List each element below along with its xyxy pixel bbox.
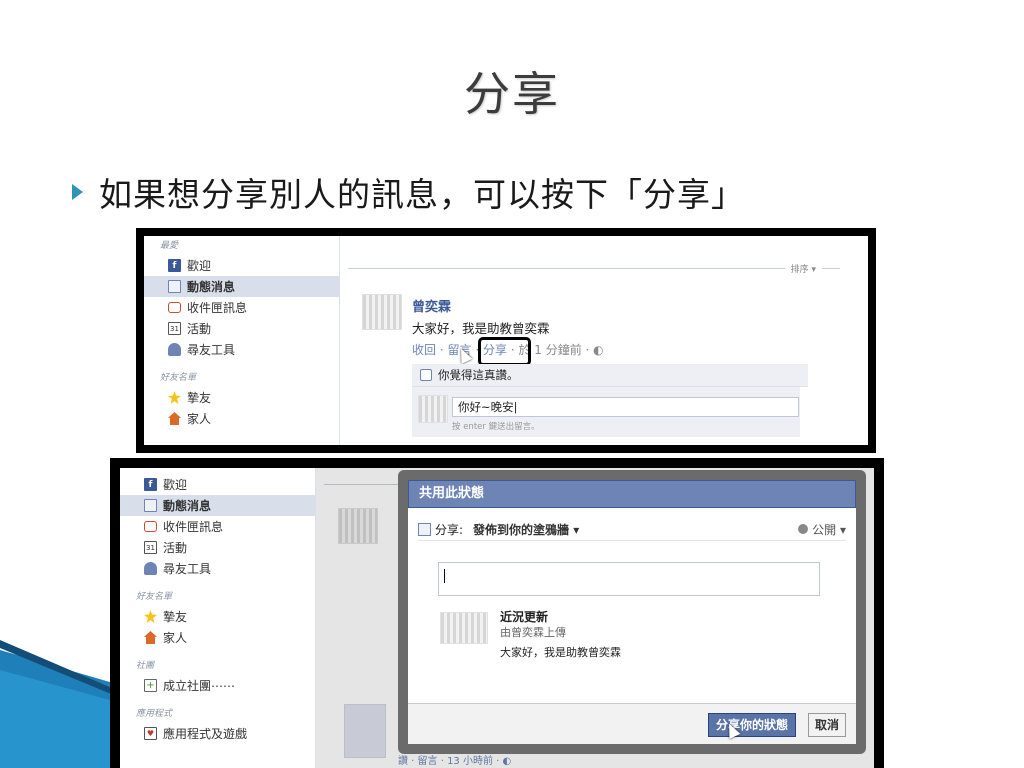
- news-feed-icon: [144, 499, 157, 512]
- sidebar-item-label: 收件匣訊息: [163, 520, 224, 534]
- sort-button[interactable]: 排序 ▾: [784, 262, 822, 275]
- sidebar-section-groups: 社團: [136, 661, 155, 671]
- sidebar-section-apps: 應用程式: [136, 709, 173, 719]
- dialog-footer: 分享你的狀態 取消: [408, 703, 856, 744]
- screenshot-share-link: 最愛 f 歡迎 動態消息 收件匣訊息 31 活動 尋友工具 好友名單 摯友 家人…: [136, 228, 876, 453]
- sidebar-item-label: 家人: [163, 631, 188, 645]
- apps-icon: ♥: [144, 727, 157, 740]
- share-prefix: 分享:: [435, 522, 464, 537]
- like-text: 你覺得這真讚。: [438, 368, 519, 382]
- sidebar-item-family[interactable]: 家人: [144, 408, 339, 429]
- share-target-row: 分享: 發佈到你的塗鴉牆 ▾ 公開 ▾: [418, 518, 846, 541]
- screenshot-share-dialog: f 歡迎 動態消息 收件匣訊息 31 活動 尋友工具 好友名單 摯友 家人 社團…: [110, 458, 884, 768]
- sidebar-item-label: 應用程式及遊戲: [163, 727, 248, 741]
- home-icon: [168, 412, 181, 425]
- share-highlight-box: [478, 337, 531, 366]
- sidebar-item-label: 動態消息: [187, 280, 236, 294]
- star-icon: [168, 391, 181, 404]
- sidebar-item-label: 活動: [163, 541, 188, 555]
- like-summary: 你覺得這真讚。: [412, 364, 808, 387]
- screenshot-inner: f 歡迎 動態消息 收件匣訊息 31 活動 尋友工具 好友名單 摯友 家人 社團…: [120, 468, 874, 768]
- sidebar-item-find-friends[interactable]: 尋友工具: [120, 558, 315, 579]
- sidebar: 最愛 f 歡迎 動態消息 收件匣訊息 31 活動 尋友工具 好友名單 摯友 家人: [144, 236, 340, 445]
- bullet-arrow-icon: [72, 184, 83, 200]
- share-target-dropdown[interactable]: 發佈到你的塗鴉牆 ▾: [473, 521, 579, 538]
- feed-divider: [348, 268, 840, 269]
- facebook-icon: f: [168, 259, 181, 272]
- sidebar-section-friend-lists: 好友名單: [160, 373, 197, 383]
- create-group-icon: +: [144, 679, 157, 692]
- sidebar-item-label: 動態消息: [163, 499, 212, 513]
- sidebar-item-label: 尋友工具: [163, 562, 212, 576]
- news-feed: 排序 ▾ 曾奕霖 大家好，我是助教曾奕霖 收回 · 留言 · 分享 · 於 1 …: [340, 236, 868, 445]
- sidebar-item-find-friends[interactable]: 尋友工具: [144, 339, 339, 360]
- sidebar-item-welcome[interactable]: f 歡迎: [120, 474, 315, 495]
- sidebar-item-apps-games[interactable]: ♥ 應用程式及遊戲: [120, 723, 315, 744]
- calendar-icon: 31: [144, 541, 157, 554]
- messages-icon: [168, 302, 181, 313]
- facebook-icon: f: [144, 478, 157, 491]
- sidebar-item-label: 家人: [187, 412, 212, 426]
- post-timestamp[interactable]: 於 1 分鐘前 · ◐: [518, 343, 603, 357]
- find-friends-icon: [144, 562, 157, 575]
- screenshot-inner: 最愛 f 歡迎 動態消息 收件匣訊息 31 活動 尋友工具 好友名單 摯友 家人…: [144, 236, 868, 445]
- post-author[interactable]: 曾奕霖: [412, 296, 451, 315]
- sidebar-item-news-feed[interactable]: 動態消息: [144, 276, 339, 297]
- comment-input[interactable]: 你好~晚安|: [452, 397, 799, 417]
- preview-avatar: [440, 612, 488, 644]
- comment-hint: 按 enter 鍵送出留言。: [452, 422, 540, 432]
- sidebar-item-family[interactable]: 家人: [120, 627, 315, 648]
- preview-subtitle: 由曾奕霖上傳: [500, 626, 566, 639]
- sidebar-item-close-friends[interactable]: 摯友: [120, 606, 315, 627]
- sidebar-item-label: 成立社團⋯⋯: [163, 679, 236, 693]
- bullet-row: 如果想分享別人的訊息，可以按下「分享」: [72, 168, 745, 216]
- sidebar-item-label: 摯友: [163, 610, 188, 624]
- sidebar-section-friend-lists: 好友名單: [136, 592, 173, 602]
- sidebar-item-label: 摯友: [187, 391, 212, 405]
- share-icon: [418, 522, 431, 536]
- post-text: 大家好，我是助教曾奕霖: [412, 321, 550, 336]
- privacy-dropdown[interactable]: 公開 ▾: [812, 521, 846, 538]
- like-thumb-icon: [420, 369, 432, 381]
- comment-area: 你好~晚安| 按 enter 鍵送出留言。: [412, 387, 800, 437]
- sidebar-item-label: 收件匣訊息: [187, 301, 248, 315]
- sidebar-item-close-friends[interactable]: 摯友: [144, 387, 339, 408]
- post-avatar[interactable]: [362, 294, 402, 330]
- sidebar-item-label: 活動: [187, 322, 212, 336]
- commenter-avatar: [418, 395, 448, 423]
- globe-icon: [798, 524, 809, 534]
- bullet-text: 如果想分享別人的訊息，可以按下「分享」: [99, 175, 745, 214]
- retract-link[interactable]: 收回: [412, 343, 436, 357]
- messages-icon: [144, 521, 157, 532]
- calendar-icon: 31: [168, 322, 181, 335]
- sidebar-section-favorites: 最愛: [160, 241, 179, 251]
- sidebar-item-label: 歡迎: [187, 259, 212, 273]
- sidebar: f 歡迎 動態消息 收件匣訊息 31 活動 尋友工具 好友名單 摯友 家人 社團…: [120, 468, 316, 768]
- share-message-input[interactable]: [438, 562, 820, 596]
- slide-title: 分享: [464, 67, 560, 121]
- sidebar-item-label: 尋友工具: [187, 343, 236, 357]
- preview-text: 大家好，我是助教曾奕霖: [500, 646, 621, 659]
- star-icon: [144, 610, 157, 623]
- home-icon: [144, 631, 157, 644]
- sidebar-item-messages[interactable]: 收件匣訊息: [120, 516, 315, 537]
- sidebar-item-label: 歡迎: [163, 478, 188, 492]
- sidebar-item-events[interactable]: 31 活動: [120, 537, 315, 558]
- find-friends-icon: [168, 343, 181, 356]
- sidebar-item-welcome[interactable]: f 歡迎: [144, 255, 339, 276]
- shared-item-preview: 近況更新 由曾奕霖上傳 大家好，我是助教曾奕霖: [438, 608, 838, 668]
- sidebar-item-events[interactable]: 31 活動: [144, 318, 339, 339]
- sidebar-item-news-feed[interactable]: 動態消息: [120, 495, 315, 516]
- sidebar-item-create-group[interactable]: + 成立社團⋯⋯: [120, 675, 315, 696]
- text-cursor: [444, 569, 445, 583]
- share-dialog: 共用此狀態 分享: 發佈到你的塗鴉牆 ▾ 公開 ▾ 近況更新 由曾奕霖上傳 大家: [398, 470, 866, 754]
- cancel-button[interactable]: 取消: [807, 713, 846, 737]
- preview-title: 近況更新: [500, 610, 549, 624]
- news-feed-icon: [168, 280, 181, 293]
- share-dialog-body: 共用此狀態 分享: 發佈到你的塗鴉牆 ▾ 公開 ▾ 近況更新 由曾奕霖上傳 大家: [408, 480, 856, 744]
- dialog-title: 共用此狀態: [408, 480, 856, 508]
- sidebar-item-messages[interactable]: 收件匣訊息: [144, 297, 339, 318]
- share-status-button[interactable]: 分享你的狀態: [707, 713, 796, 737]
